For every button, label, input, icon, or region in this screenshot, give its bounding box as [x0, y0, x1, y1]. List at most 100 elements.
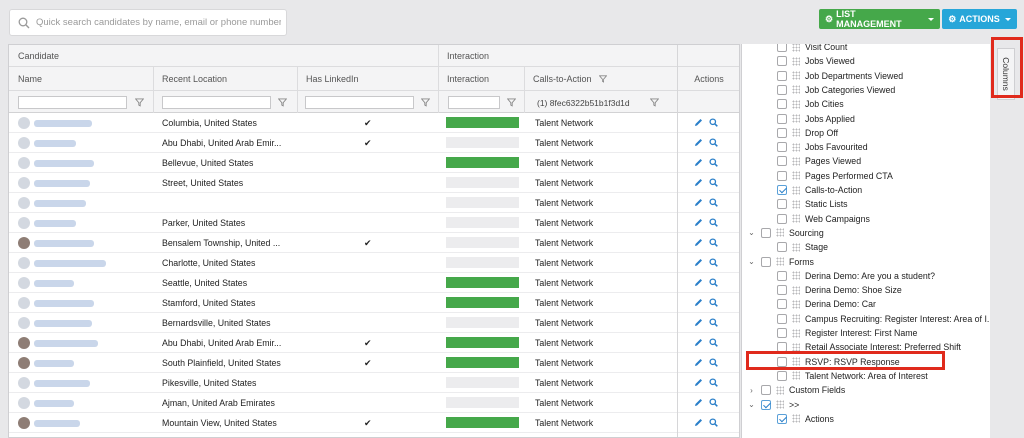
candidate-name-blurred[interactable] — [34, 219, 76, 227]
edit-icon[interactable] — [694, 118, 703, 127]
drag-handle-icon[interactable] — [792, 185, 800, 195]
checkbox[interactable] — [777, 213, 787, 224]
column-option[interactable]: ⌄ >> — [747, 398, 799, 412]
column-option[interactable]: › Custom Fields — [747, 383, 845, 397]
candidate-name-blurred[interactable] — [34, 199, 86, 207]
column-option[interactable]: Jobs Viewed — [777, 54, 855, 68]
column-option[interactable]: Drop Off — [777, 126, 838, 140]
edit-icon[interactable] — [694, 298, 703, 307]
checkbox[interactable] — [777, 142, 787, 153]
search-input[interactable] — [36, 17, 281, 28]
edit-icon[interactable] — [694, 258, 703, 267]
linkedin-filter-input[interactable] — [305, 96, 414, 109]
column-header-interaction[interactable]: Interaction — [438, 67, 524, 91]
checkbox[interactable] — [777, 127, 787, 138]
drag-handle-icon[interactable] — [792, 271, 800, 281]
column-option[interactable]: Pages Viewed — [777, 154, 861, 168]
checkbox[interactable] — [777, 413, 787, 424]
search-icon[interactable] — [709, 158, 718, 167]
filter-icon[interactable] — [135, 98, 144, 107]
checkbox[interactable] — [777, 299, 787, 310]
search-icon[interactable] — [709, 138, 718, 147]
checkbox[interactable] — [777, 328, 787, 338]
cta-filter-value[interactable]: (1) 8fec6322b51b1f3d1d — [533, 96, 641, 109]
edit-icon[interactable] — [694, 278, 703, 287]
checkbox[interactable] — [777, 370, 787, 381]
filter-icon[interactable] — [278, 98, 287, 107]
drag-handle-icon[interactable] — [792, 328, 800, 338]
column-option[interactable]: Talent Network: Area of Interest — [777, 369, 928, 383]
filter-icon[interactable] — [507, 98, 516, 107]
candidate-cell[interactable] — [18, 153, 158, 173]
column-option[interactable]: Job Categories Viewed — [777, 83, 895, 97]
candidate-cell[interactable] — [18, 353, 158, 373]
chevron-down-icon[interactable]: ⌄ — [747, 257, 756, 266]
column-option[interactable]: Jobs Applied — [777, 112, 855, 126]
edit-icon[interactable] — [694, 378, 703, 387]
drag-handle-icon[interactable] — [792, 85, 800, 95]
table-row[interactable]: Columbia, United States ✔ Talent Network — [9, 113, 677, 133]
checkbox[interactable] — [777, 44, 787, 52]
search-icon[interactable] — [709, 398, 718, 407]
column-header-cta[interactable]: Calls-to-Action — [524, 67, 677, 91]
search-icon[interactable] — [709, 278, 718, 287]
search-box[interactable] — [9, 9, 287, 36]
search-icon[interactable] — [709, 338, 718, 347]
checkbox[interactable] — [777, 185, 787, 195]
edit-icon[interactable] — [694, 198, 703, 207]
column-option[interactable]: Job Departments Viewed — [777, 69, 903, 83]
drag-handle-icon[interactable] — [792, 314, 800, 324]
candidate-name-blurred[interactable] — [34, 399, 74, 407]
candidate-name-blurred[interactable] — [34, 159, 94, 167]
candidate-name-blurred[interactable] — [34, 359, 74, 367]
filter-icon[interactable] — [650, 98, 659, 107]
candidate-cell[interactable] — [18, 293, 158, 313]
checkbox[interactable] — [777, 99, 787, 110]
checkbox[interactable] — [777, 84, 787, 95]
checkbox[interactable] — [777, 242, 787, 253]
column-option[interactable]: Derina Demo: Are you a student? — [777, 269, 935, 283]
column-option[interactable]: Visit Count — [777, 44, 847, 54]
candidate-name-blurred[interactable] — [34, 279, 74, 287]
drag-handle-icon[interactable] — [792, 99, 800, 109]
edit-icon[interactable] — [694, 158, 703, 167]
checkbox[interactable] — [777, 313, 787, 324]
checkbox[interactable] — [777, 270, 787, 281]
edit-icon[interactable] — [694, 338, 703, 347]
drag-handle-icon[interactable] — [776, 400, 784, 409]
candidate-cell[interactable] — [18, 273, 158, 293]
table-row[interactable]: Pikesville, United States Talent Network — [9, 373, 677, 393]
candidate-cell[interactable] — [18, 333, 158, 353]
table-row[interactable]: Abu Dhabi, United Arab Emir... ✔ Talent Ne… — [9, 133, 677, 153]
drag-handle-icon[interactable] — [792, 214, 800, 224]
table-row[interactable]: Bernardsville, United States Talent Netwo… — [9, 313, 677, 333]
drag-handle-icon[interactable] — [792, 128, 800, 138]
column-option[interactable]: Pages Performed CTA — [777, 169, 893, 183]
column-option[interactable]: ⌄ Forms — [747, 255, 814, 269]
candidate-name-blurred[interactable] — [34, 379, 90, 387]
search-icon[interactable] — [709, 198, 718, 207]
candidate-cell[interactable] — [18, 173, 158, 193]
candidate-name-blurred[interactable] — [34, 339, 98, 347]
edit-icon[interactable] — [694, 178, 703, 187]
column-header-location[interactable]: Recent Location — [153, 67, 297, 91]
checkbox[interactable] — [777, 285, 787, 296]
column-option[interactable]: Calls-to-Action — [777, 183, 862, 197]
column-header-name[interactable]: Name — [9, 67, 153, 91]
table-row[interactable]: Abu Dhabi, United Arab Emir... ✔ Talent Ne… — [9, 333, 677, 353]
edit-icon[interactable] — [694, 318, 703, 327]
actions-button[interactable]: ⚙ ACTIONS — [942, 9, 1017, 29]
search-icon[interactable] — [709, 118, 718, 127]
column-option[interactable]: Register Interest: First Name — [777, 326, 917, 340]
table-row[interactable]: Bensalem Township, United ... ✔ Talent Net… — [9, 233, 677, 253]
candidate-cell[interactable] — [18, 393, 158, 413]
candidate-name-blurred[interactable] — [34, 139, 76, 147]
column-option[interactable]: Static Lists — [777, 197, 848, 211]
column-option[interactable]: Actions — [777, 412, 834, 426]
drag-handle-icon[interactable] — [792, 371, 800, 381]
edit-icon[interactable] — [694, 358, 703, 367]
drag-handle-icon[interactable] — [792, 142, 800, 152]
table-row[interactable]: Street, United States Talent Network — [9, 173, 677, 193]
candidate-cell[interactable] — [18, 113, 158, 133]
drag-handle-icon[interactable] — [792, 156, 800, 166]
